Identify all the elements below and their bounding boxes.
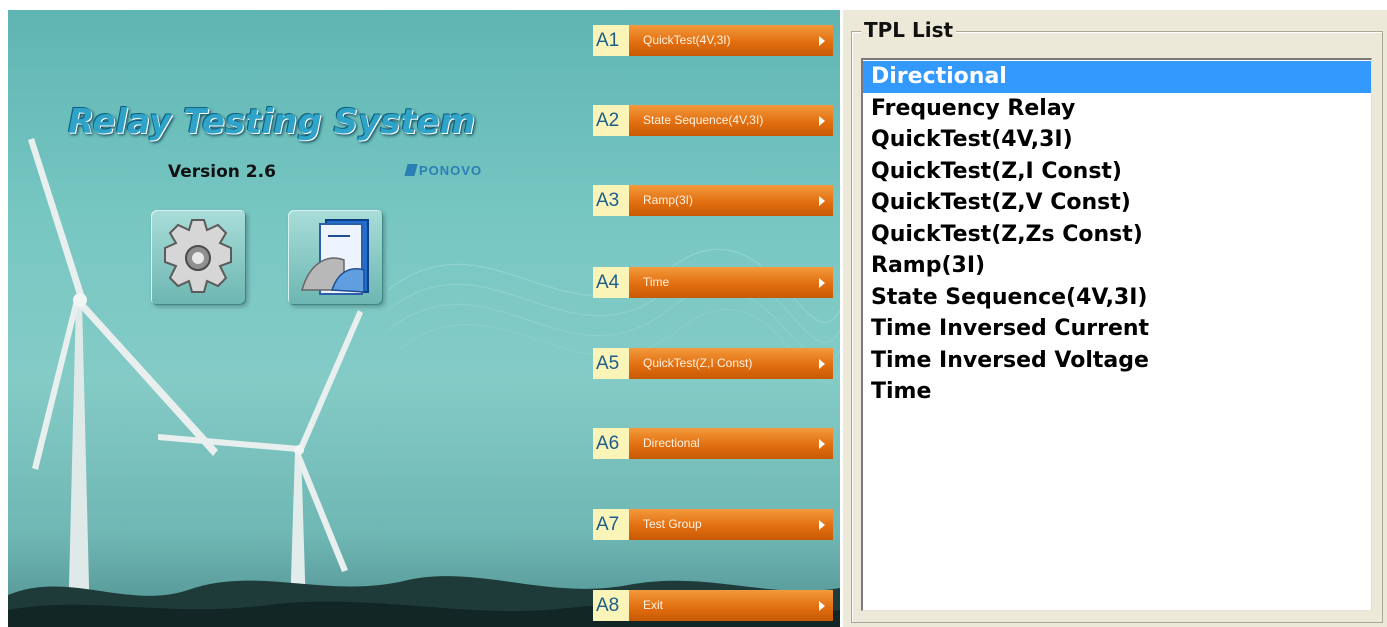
menu-item-a1[interactable]: A1 QuickTest(4V,3I) — [593, 25, 833, 56]
tpl-listbox[interactable]: Directional Frequency Relay QuickTest(4V… — [861, 58, 1372, 611]
group-box-title: TPL List — [861, 17, 957, 43]
menu-code: A4 — [593, 267, 629, 298]
list-item[interactable]: Time Inversed Voltage — [863, 345, 1371, 377]
splash-panel: Relay Testing System Version 2.6 PONOVO … — [8, 10, 840, 627]
menu-code: A8 — [593, 590, 629, 621]
chevron-right-icon — [819, 36, 825, 46]
chevron-right-icon — [819, 520, 825, 530]
menu-code: A1 — [593, 25, 629, 56]
tpl-list-panel: TPL List Directional Frequency Relay Qui… — [843, 10, 1387, 627]
menu-label: Ramp(3I) — [643, 193, 694, 207]
menu-label: State Sequence(4V,3I) — [643, 113, 764, 127]
menu-item-a4[interactable]: A4 Time — [593, 267, 833, 298]
chevron-right-icon — [819, 278, 825, 288]
menu-label: QuickTest(4V,3I) — [643, 33, 731, 47]
menu-item-a3[interactable]: A3 Ramp(3I) — [593, 185, 833, 216]
version-label: Version 2.6 — [168, 162, 276, 182]
menu-item-a2[interactable]: A2 State Sequence(4V,3I) — [593, 105, 833, 136]
menu-item-a7[interactable]: A7 Test Group — [593, 509, 833, 540]
brand-name: PONOVO — [419, 163, 483, 178]
menu-label: Exit — [643, 598, 664, 612]
list-item[interactable]: Time Inversed Current — [863, 313, 1371, 345]
menu-code: A3 — [593, 185, 629, 216]
list-item[interactable]: QuickTest(Z,I Const) — [863, 156, 1371, 188]
menu-code: A2 — [593, 105, 629, 136]
menu-item-a5[interactable]: A5 QuickTest(Z,I Const) — [593, 348, 833, 379]
menu-code: A7 — [593, 509, 629, 540]
menu-label: QuickTest(Z,I Const) — [643, 356, 753, 370]
menu-label: Directional — [643, 436, 700, 450]
list-item[interactable]: State Sequence(4V,3I) — [863, 282, 1371, 314]
test-module-icon — [301, 219, 369, 295]
test-module-button[interactable] — [288, 210, 383, 305]
brand-logo: PONOVO — [404, 163, 483, 178]
list-item[interactable]: Ramp(3I) — [863, 250, 1371, 282]
menu-label: Test Group — [643, 517, 702, 531]
chevron-right-icon — [819, 116, 825, 126]
app-title: Relay Testing System — [68, 102, 476, 142]
list-item[interactable]: Directional — [863, 61, 1371, 93]
gear-icon — [164, 219, 232, 293]
settings-button[interactable] — [151, 210, 246, 305]
list-item[interactable]: QuickTest(Z,Zs Const) — [863, 219, 1371, 251]
menu-label: Time — [643, 275, 670, 289]
chevron-right-icon — [819, 601, 825, 611]
menu-item-a8[interactable]: A8 Exit — [593, 590, 833, 621]
chevron-right-icon — [819, 196, 825, 206]
menu-code: A6 — [593, 428, 629, 459]
menu-item-a6[interactable]: A6 Directional — [593, 428, 833, 459]
menu-code: A5 — [593, 348, 629, 379]
chevron-right-icon — [819, 359, 825, 369]
list-item[interactable]: Time — [863, 376, 1371, 408]
list-item[interactable]: QuickTest(4V,3I) — [863, 124, 1371, 156]
list-item[interactable]: QuickTest(Z,V Const) — [863, 187, 1371, 219]
chevron-right-icon — [819, 439, 825, 449]
list-item[interactable]: Frequency Relay — [863, 93, 1371, 125]
